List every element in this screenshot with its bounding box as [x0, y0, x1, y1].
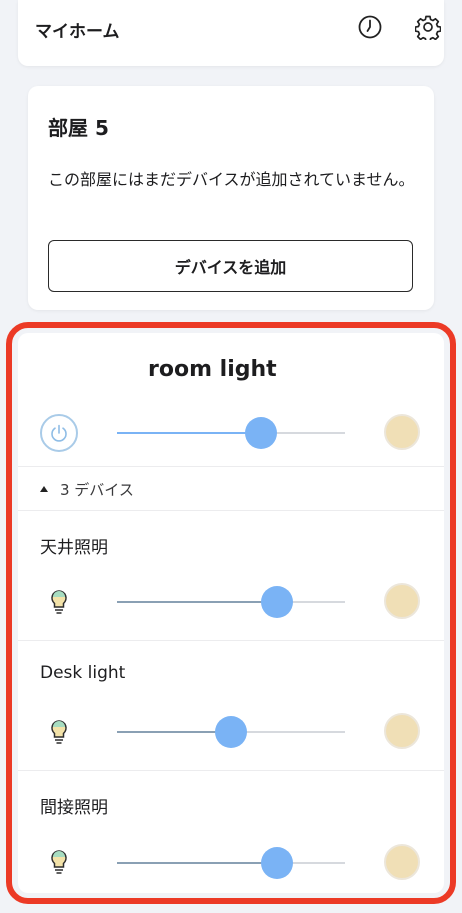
history-clock-icon[interactable]	[357, 14, 383, 40]
slider-fill	[117, 601, 277, 603]
bulb-icon	[51, 720, 67, 744]
device-name: Desk light	[40, 663, 126, 683]
slider-thumb[interactable]	[215, 716, 247, 748]
settings-gear-icon[interactable]	[415, 14, 441, 40]
page-title: マイホーム	[35, 22, 120, 42]
bulb-icon	[51, 850, 67, 874]
divider	[18, 640, 444, 641]
caret-up-icon	[40, 486, 48, 492]
group-brightness-slider[interactable]	[117, 432, 345, 434]
empty-room-message: この部屋にはまだデバイスが追加されていません。	[48, 170, 415, 189]
slider-thumb[interactable]	[260, 847, 293, 879]
divider	[18, 770, 444, 771]
app-header: マイホーム	[18, 0, 444, 66]
group-color-button[interactable]	[384, 414, 420, 450]
device-brightness-slider[interactable]	[117, 862, 345, 864]
slider-fill	[117, 432, 261, 434]
device-name: 天井照明	[40, 538, 108, 558]
slider-fill	[117, 731, 231, 733]
device-brightness-slider[interactable]	[117, 601, 345, 603]
devices-toggle[interactable]: 3 デバイス	[40, 479, 134, 500]
redacted-name-overlay	[28, 353, 146, 391]
room-title: 部屋 5	[48, 116, 109, 140]
devices-count-label: 3 デバイス	[60, 481, 134, 499]
slider-thumb[interactable]	[260, 586, 293, 618]
divider	[18, 510, 444, 511]
slider-fill	[117, 862, 277, 864]
add-device-button[interactable]: デバイスを追加	[48, 240, 413, 292]
device-color-button[interactable]	[384, 713, 420, 749]
device-name: 間接照明	[40, 798, 108, 818]
bulb-icon	[51, 590, 67, 614]
group-title: room light	[148, 357, 277, 382]
device-color-button[interactable]	[384, 844, 420, 880]
light-group-card: room light 3 デバイス 天井照明 Desk light 間接照明	[18, 333, 444, 893]
room-card: 部屋 5 この部屋にはまだデバイスが追加されていません。 デバイスを追加	[28, 86, 434, 310]
device-color-button[interactable]	[384, 583, 420, 619]
divider	[18, 466, 444, 467]
power-icon	[51, 424, 67, 442]
power-button[interactable]	[40, 414, 78, 452]
slider-thumb[interactable]	[244, 417, 277, 449]
